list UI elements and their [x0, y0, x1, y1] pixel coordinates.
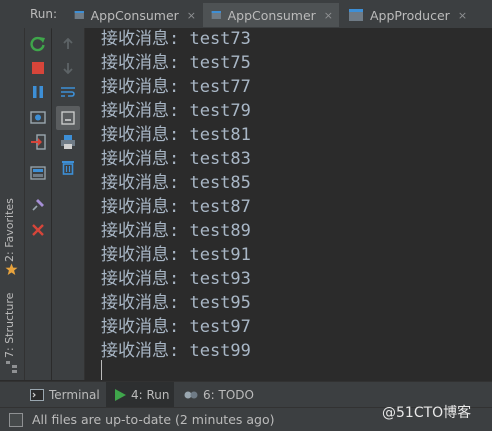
close-icon[interactable]: × [324, 9, 333, 22]
close-run-button[interactable] [29, 221, 47, 239]
close-icon[interactable]: × [458, 9, 467, 22]
console-line: 接收消息: test81 [101, 125, 251, 145]
scroll-up-button[interactable] [59, 35, 77, 53]
run-tab[interactable]: 4: Run [106, 382, 174, 408]
console-line: 接收消息: test91 [101, 245, 251, 265]
star-icon [5, 263, 18, 275]
structure-icon [6, 361, 17, 373]
camera-icon [30, 111, 46, 124]
console-line: 接收消息: test87 [101, 197, 251, 217]
rerun-button[interactable] [29, 35, 47, 53]
terminal-tab[interactable]: Terminal [24, 382, 104, 408]
pause-button[interactable] [29, 83, 47, 101]
trash-icon [62, 161, 74, 175]
soft-wrap-button[interactable] [59, 83, 77, 101]
run-label: Run: [30, 7, 58, 21]
console-line: 接收消息: test89 [101, 221, 251, 241]
run-tab-appconsumer-1[interactable]: AppConsumer × [66, 3, 202, 27]
scroll-to-end-button[interactable] [56, 106, 80, 130]
console-line: 接收消息: test93 [101, 269, 251, 289]
run-tab-label: AppProducer [370, 7, 450, 23]
favorites-label: 2: Favorites [3, 198, 16, 262]
console-line: 接收消息: test83 [101, 149, 251, 169]
close-icon[interactable]: × [187, 9, 196, 22]
todo-tab-label: 6: TODO [203, 388, 254, 402]
structure-label: 7: Structure [3, 292, 16, 358]
console-line: 接收消息: test73 [101, 29, 251, 49]
structure-tool-button[interactable]: 7: Structure [0, 288, 24, 378]
run-toolbar-primary [25, 28, 51, 380]
console-line: 接收消息: test99 [101, 341, 251, 361]
console-line: 接收消息: test97 [101, 317, 251, 337]
console-line: 接收消息: test79 [101, 101, 251, 121]
scroll-down-button[interactable] [59, 59, 77, 77]
soft-wrap-icon [61, 87, 75, 97]
run-tab-label: AppConsumer [227, 7, 316, 23]
pin-tab-button[interactable] [29, 196, 47, 214]
favorites-tool-button[interactable]: 2: Favorites [0, 188, 24, 278]
terminal-tab-label: Terminal [49, 388, 100, 402]
console-line: 接收消息: test75 [101, 53, 251, 73]
exit-icon [31, 134, 46, 150]
clear-all-button[interactable] [59, 158, 77, 176]
printer-icon [61, 135, 75, 149]
restore-layout-button[interactable] [29, 164, 47, 182]
todo-tab[interactable]: 6: TODO [178, 382, 258, 408]
tool-windows-toggle-icon[interactable] [9, 413, 23, 427]
close-icon [32, 224, 44, 236]
exit-button[interactable] [29, 133, 47, 151]
pin-icon [32, 199, 44, 211]
rerun-icon [30, 36, 45, 52]
run-panel-header: Run: AppConsumer × AppConsumer × AppProd… [0, 0, 492, 29]
print-button[interactable] [59, 133, 77, 151]
run-icon [115, 389, 126, 401]
run-tab-label: AppConsumer [90, 7, 179, 23]
text-caret [101, 360, 102, 380]
scroll-to-end-icon [61, 111, 75, 125]
application-icon [349, 9, 363, 21]
arrow-up-icon [63, 38, 73, 49]
run-toolbar-secondary [52, 28, 85, 380]
layout-icon [30, 166, 46, 180]
stop-icon [32, 62, 44, 74]
todo-icon [184, 391, 198, 399]
watermark: @51CTO博客 [382, 405, 472, 421]
console-output[interactable]: 接收消息: test73 接收消息: test75 接收消息: test77 接… [85, 28, 492, 380]
run-tab-label: 4: Run [131, 388, 170, 402]
console-line: 接收消息: test77 [101, 77, 251, 97]
run-tab-appproducer[interactable]: AppProducer × [340, 3, 476, 27]
left-tool-stripe: 2: Favorites 7: Structure [0, 28, 25, 380]
run-tab-appconsumer-2[interactable]: AppConsumer × [203, 3, 339, 27]
application-icon [74, 11, 84, 19]
console-line: 接收消息: test95 [101, 293, 251, 313]
arrow-down-icon [63, 63, 73, 74]
dump-threads-button[interactable] [29, 108, 47, 126]
status-message: All files are up-to-date (2 minutes ago) [32, 412, 275, 427]
pause-icon [33, 86, 43, 98]
application-icon [211, 11, 221, 19]
terminal-icon [30, 389, 44, 401]
console-line: 接收消息: test85 [101, 173, 251, 193]
stop-button[interactable] [29, 59, 47, 77]
